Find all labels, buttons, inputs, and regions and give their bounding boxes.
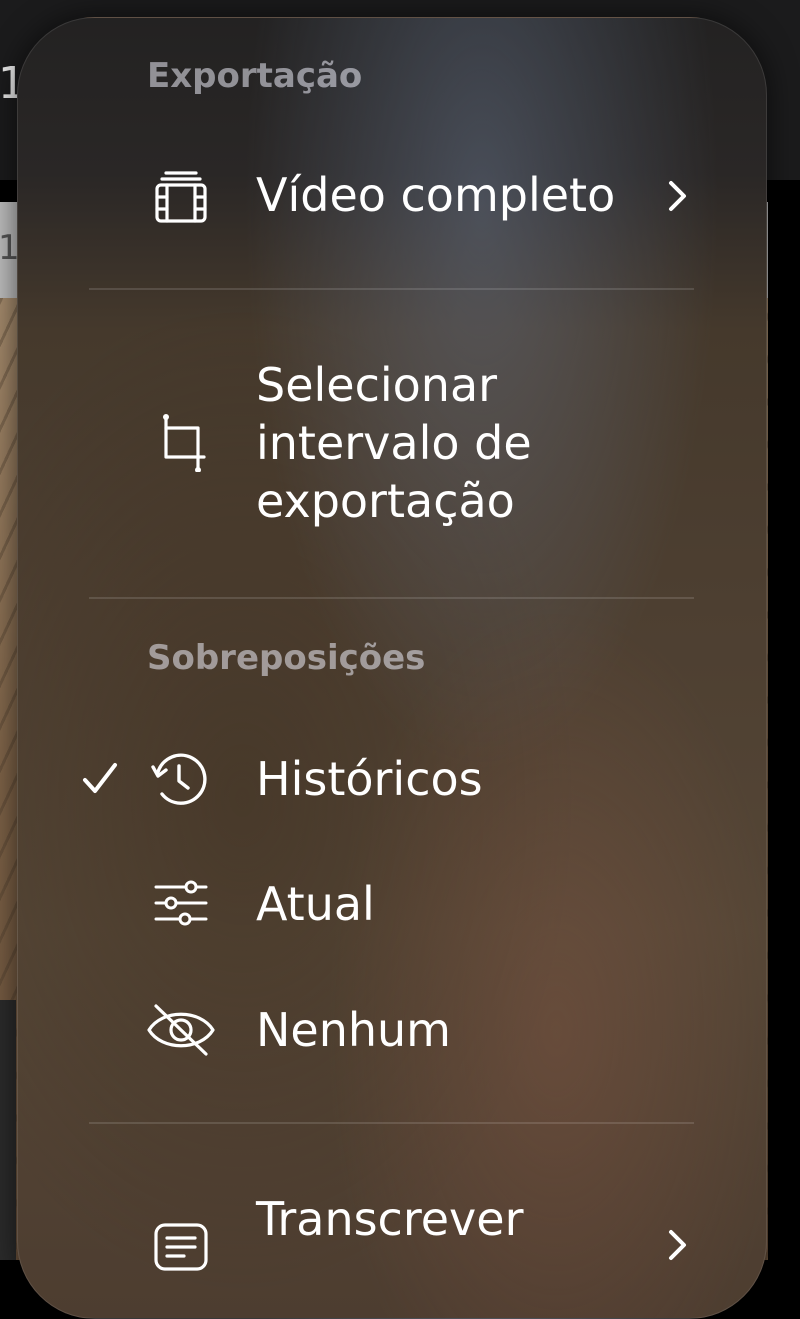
eye-slash-icon (147, 1004, 215, 1056)
background-decoration (0, 1000, 16, 1260)
section-header-export: Exportação (147, 56, 363, 96)
menu-item-label: Transcrever (256, 1192, 524, 1246)
separator (89, 1122, 694, 1124)
checkmark-icon (83, 763, 117, 793)
section-header-overlays: Sobreposições (147, 638, 426, 678)
text-bubble-icon (154, 1223, 208, 1271)
crop-icon (163, 414, 206, 472)
history-icon (151, 753, 207, 805)
export-menu: Exportação Vídeo completo Selecionar int… (17, 17, 767, 1319)
menu-item-label: Históricos (256, 752, 483, 806)
menu-item-label: Selecionar intervalo de exportação (256, 358, 532, 528)
menu-item-label: Atual (256, 877, 375, 931)
sliders-icon (154, 880, 208, 926)
separator (89, 288, 694, 290)
menu-item-label: Vídeo completo (256, 168, 616, 222)
chevron-right-icon (669, 1230, 686, 1260)
chevron-right-icon (669, 181, 686, 211)
film-icon (155, 171, 207, 223)
menu-item-label: Nenhum (256, 1003, 451, 1057)
separator (89, 597, 694, 599)
